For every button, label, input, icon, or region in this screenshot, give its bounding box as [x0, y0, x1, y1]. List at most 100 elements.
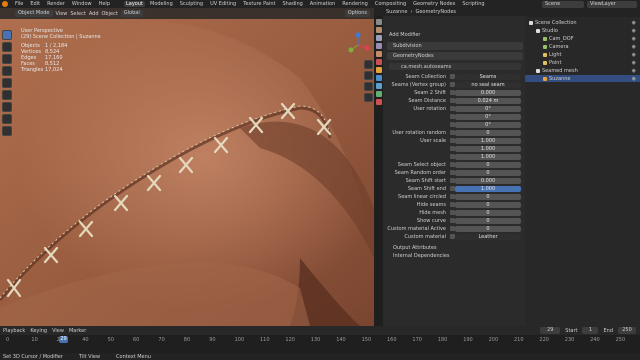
menu-file[interactable]: File — [13, 0, 25, 8]
property-value-field[interactable]: 0.000 — [455, 89, 521, 96]
particles-tab-icon[interactable] — [375, 83, 382, 89]
modifier-geometrynodes[interactable]: GeometryNodes — [387, 52, 523, 60]
property-value-field[interactable]: Leather — [455, 233, 521, 240]
outliner-item[interactable]: Seamed mesh ◉ — [525, 67, 640, 74]
orientation-dropdown[interactable]: Global — [120, 10, 143, 17]
menu-select[interactable]: Select — [70, 11, 85, 17]
outliner-item[interactable]: Camera ◉ — [525, 43, 640, 50]
rotate-tool-icon[interactable] — [2, 66, 12, 76]
outliner-item[interactable]: Studio ◉ — [525, 27, 640, 34]
tab-shading[interactable]: Shading — [280, 1, 304, 7]
cursor-tool-icon[interactable] — [2, 42, 12, 52]
scene-selector[interactable]: Scene — [542, 0, 584, 8]
physics-tab-icon[interactable] — [375, 91, 382, 97]
navigation-gizmo-icon[interactable] — [345, 32, 371, 58]
menu-help[interactable]: Help — [97, 0, 112, 8]
tab-sculpting[interactable]: Sculpting — [178, 1, 205, 7]
tab-compositing[interactable]: Compositing — [373, 1, 408, 7]
annotate-tool-icon[interactable] — [2, 102, 12, 112]
property-value-field[interactable]: no seal seam — [455, 81, 521, 88]
outliner-item[interactable]: Suzanne ◉ — [525, 75, 640, 82]
pan-icon[interactable] — [364, 71, 373, 80]
modifier-tab-icon[interactable] — [375, 75, 382, 81]
render-tab-icon[interactable] — [375, 27, 382, 33]
visibility-eye-icon[interactable]: ◉ — [632, 76, 636, 82]
visibility-eye-icon[interactable]: ◉ — [632, 44, 636, 50]
tab-modeling[interactable]: Modeling — [148, 1, 175, 7]
move-tool-icon[interactable] — [2, 54, 12, 64]
timeline-menu-view[interactable]: View — [52, 328, 64, 334]
property-value-field[interactable]: 0.000 — [455, 177, 521, 184]
menu-window[interactable]: Window — [70, 0, 94, 8]
playhead[interactable]: 29 — [59, 336, 68, 343]
tab-texture-paint[interactable]: Texture Paint — [241, 1, 277, 7]
end-frame-field[interactable]: 250 — [618, 327, 636, 334]
property-value-field[interactable]: 0 — [455, 217, 521, 224]
property-value-field[interactable]: 0 — [455, 193, 521, 200]
property-value-field[interactable]: Seams — [455, 73, 521, 80]
property-value-field[interactable]: 0 — [455, 209, 521, 216]
zoom-icon[interactable] — [364, 60, 373, 69]
output-tab-icon[interactable] — [375, 35, 382, 41]
timeline-menu-marker[interactable]: Marker — [69, 328, 86, 334]
menu-add[interactable]: Add — [89, 11, 99, 17]
options-dropdown[interactable]: Options — [344, 10, 370, 17]
view-layer-selector[interactable]: ViewLayer — [587, 0, 637, 8]
property-value-field[interactable]: 0° — [455, 105, 521, 112]
material-tab-icon[interactable] — [375, 99, 382, 105]
visibility-eye-icon[interactable]: ◉ — [632, 68, 636, 74]
menu-render[interactable]: Render — [45, 0, 67, 8]
visibility-eye-icon[interactable]: ◉ — [632, 36, 636, 42]
tab-geometry-nodes[interactable]: Geometry Nodes — [411, 1, 457, 7]
start-frame-field[interactable]: 1 — [582, 327, 599, 334]
view-layer-tab-icon[interactable] — [375, 43, 382, 49]
object-tab-icon[interactable] — [375, 67, 382, 73]
menu-edit[interactable]: Edit — [28, 0, 42, 8]
measure-tool-icon[interactable] — [2, 114, 12, 124]
perspective-toggle-icon[interactable] — [364, 93, 373, 102]
property-value-field[interactable]: 0 — [455, 169, 521, 176]
timeline[interactable]: 0102040506070809010011012013014015016017… — [0, 335, 640, 353]
tab-animation[interactable]: Animation — [308, 1, 338, 7]
property-value-field[interactable]: 0 — [455, 129, 521, 136]
timeline-menu-playback[interactable]: Playback — [3, 328, 25, 334]
add-modifier-button[interactable]: Add Modifier — [389, 32, 421, 38]
property-value-field[interactable]: 1.000 — [455, 185, 521, 192]
property-value-field[interactable]: 0° — [455, 113, 521, 120]
current-frame-field[interactable]: 29 — [540, 327, 561, 334]
blender-logo-icon[interactable] — [2, 1, 8, 7]
menu-object[interactable]: Object — [102, 11, 118, 17]
visibility-eye-icon[interactable]: ◉ — [632, 28, 636, 34]
add-cube-tool-icon[interactable] — [2, 126, 12, 136]
property-value-field[interactable]: 0 — [455, 225, 521, 232]
internal-dependencies-section[interactable]: Internal Dependencies — [393, 253, 449, 259]
property-value-field[interactable]: 1.000 — [455, 137, 521, 144]
menu-view[interactable]: View — [56, 11, 68, 17]
transform-tool-icon[interactable] — [2, 90, 12, 100]
property-value-field[interactable]: 0° — [455, 121, 521, 128]
visibility-eye-icon[interactable]: ◉ — [632, 60, 636, 66]
modifier-subdivision[interactable]: Subdivision — [387, 42, 523, 50]
tool-tab-icon[interactable] — [375, 19, 382, 25]
tab-uv-editing[interactable]: UV Editing — [208, 1, 238, 7]
timeline-menu-keying[interactable]: Keying — [30, 328, 47, 334]
scale-tool-icon[interactable] — [2, 78, 12, 88]
node-group-selector[interactable]: ca.mesh.autoseams — [389, 63, 521, 70]
world-tab-icon[interactable] — [375, 59, 382, 65]
outliner-item[interactable]: Scene Collection ◉ — [525, 19, 640, 26]
outliner-item[interactable]: Light ◉ — [525, 51, 640, 58]
property-value-field[interactable]: 0 — [455, 161, 521, 168]
outliner-item[interactable]: Point ◉ — [525, 59, 640, 66]
outliner-item[interactable]: Cam_DOF ◉ — [525, 35, 640, 42]
camera-view-icon[interactable] — [364, 82, 373, 91]
select-tool-icon[interactable] — [2, 30, 12, 40]
property-value-field[interactable]: 0 — [455, 201, 521, 208]
tab-rendering[interactable]: Rendering — [340, 1, 370, 7]
visibility-eye-icon[interactable]: ◉ — [632, 20, 636, 26]
scene-tab-icon[interactable] — [375, 51, 382, 57]
mode-selector[interactable]: Object Mode — [15, 10, 53, 17]
tab-layout[interactable]: Layout — [124, 1, 145, 7]
output-attributes-section[interactable]: Output Attributes — [393, 245, 437, 251]
property-value-field[interactable]: 1.000 — [455, 153, 521, 160]
property-value-field[interactable]: 1.000 — [455, 145, 521, 152]
